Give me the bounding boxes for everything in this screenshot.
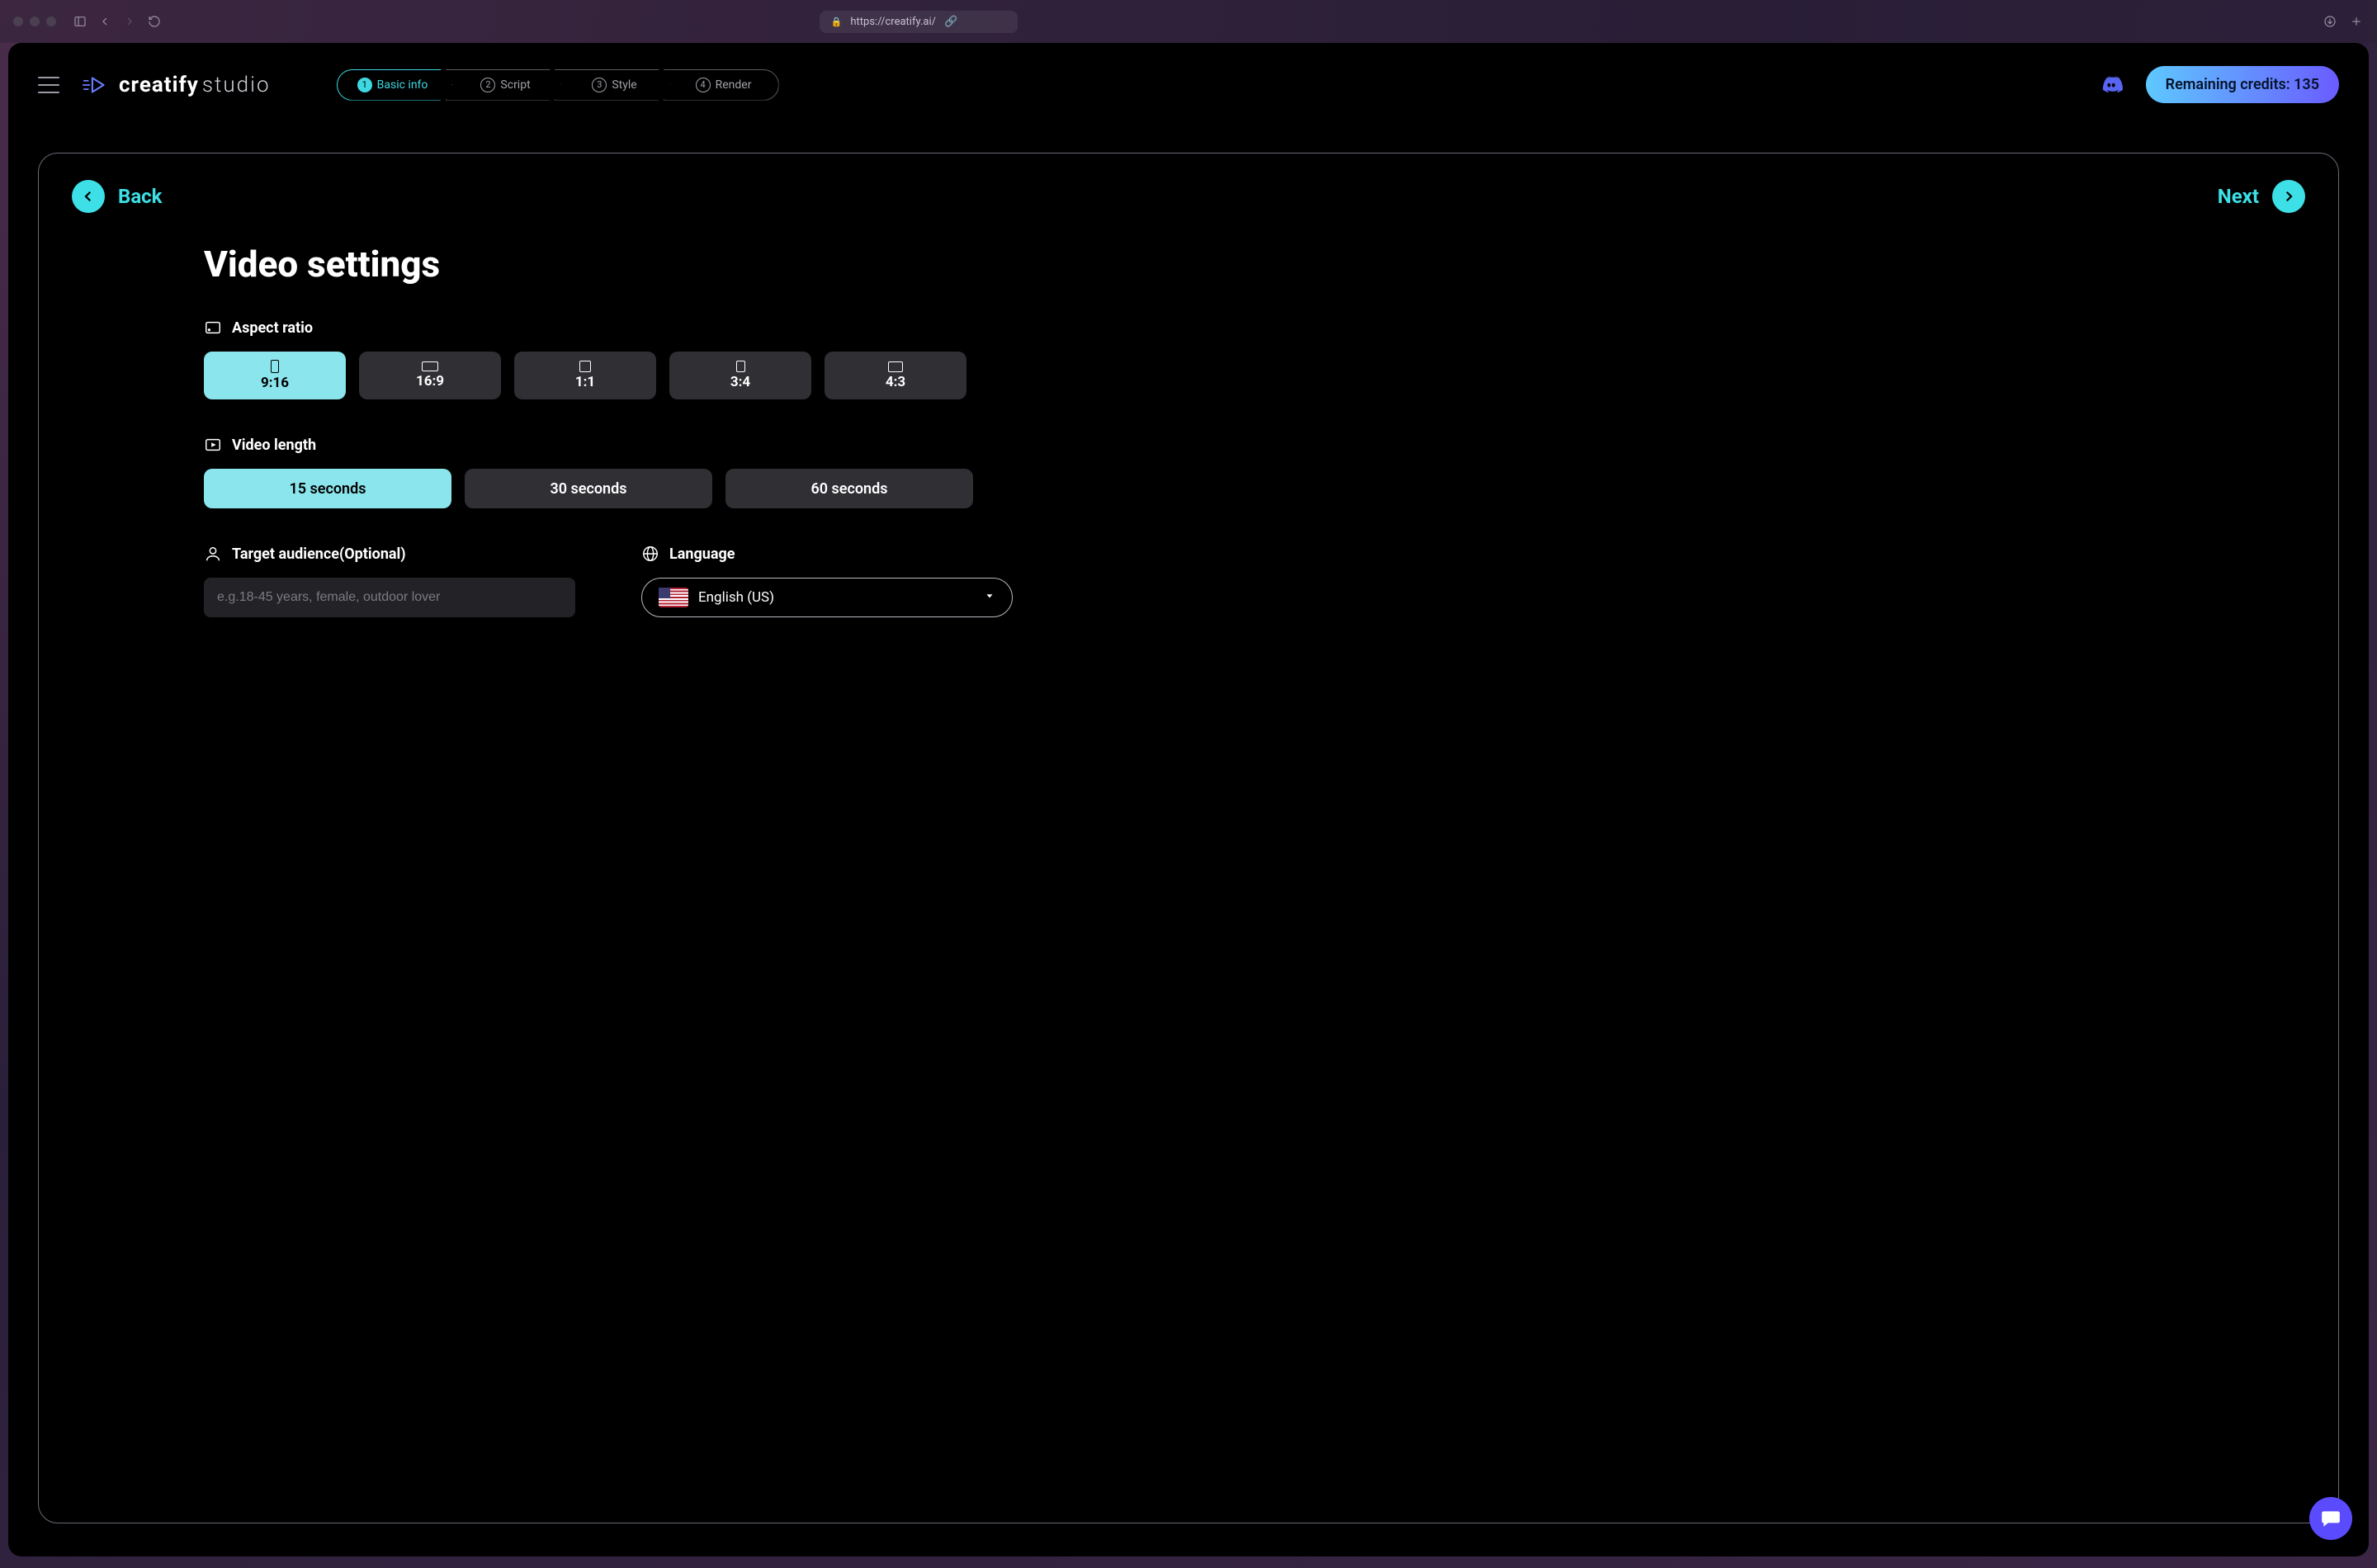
url-text: https://creatify.ai/ [850,16,936,28]
step-number: 1 [357,78,372,92]
step-label: Script [500,78,530,92]
next-label: Next [2218,185,2259,208]
step-render[interactable]: 4 Render [664,69,779,101]
credits-label: Remaining credits: 135 [2166,76,2319,93]
aspect-option-label: 9:16 [261,375,289,391]
topbar: creatifystudio 1 Basic info 2 Script 3 Style 4… [38,66,2339,103]
globe-icon [641,545,659,563]
new-tab-icon[interactable] [2349,14,2364,29]
video-length-label: Video length [204,436,1013,454]
language-select[interactable]: English (US) [641,578,1013,617]
downloads-icon[interactable] [2323,14,2337,29]
aspect-option-label: 3:4 [730,374,750,390]
aspect-option-label: 16:9 [416,373,444,390]
video-length-options: 15 seconds 30 seconds 60 seconds [204,469,1013,508]
address-bar[interactable]: 🔒 https://creatify.ai/ 🔗 [820,11,1018,33]
length-option-label: 30 seconds [551,480,627,498]
language-selected: English (US) [698,589,774,606]
step-label: Style [612,78,636,92]
target-audience-label: Target audience(Optional) [204,545,575,563]
step-number: 2 [480,78,495,92]
settings-card: Back Next Video settings Aspect ratio [38,153,2339,1523]
chat-icon [2320,1508,2342,1529]
aspect-ratio-options: 9:16 16:9 1:1 3:4 4:3 [204,352,1013,399]
aspect-option-label: 4:3 [886,374,905,390]
ratio-glyph-icon [271,360,279,373]
length-option-15-seconds[interactable]: 15 seconds [204,469,451,508]
ratio-glyph-icon [579,361,591,372]
hamburger-menu-icon[interactable] [38,77,59,93]
nav-back-icon[interactable] [97,14,112,29]
app-frame: creatifystudio 1 Basic info 2 Script 3 Style 4… [8,43,2369,1556]
length-option-label: 15 seconds [290,480,366,498]
sidebar-toggle-icon[interactable] [73,14,87,29]
chevron-left-icon [72,180,105,213]
length-option-60-seconds[interactable]: 60 seconds [725,469,973,508]
flag-us-icon [659,588,688,607]
step-number: 3 [592,78,607,92]
aspect-option-1-1[interactable]: 1:1 [514,352,656,399]
chat-launcher-button[interactable] [2309,1497,2352,1540]
credits-pill[interactable]: Remaining credits: 135 [2146,66,2339,103]
logo-mark-icon [83,73,111,97]
close-window-icon[interactable] [13,17,23,26]
aspect-option-16-9[interactable]: 16:9 [359,352,501,399]
browser-toolbar: 🔒 https://creatify.ai/ 🔗 [0,0,2377,43]
target-audience-input[interactable] [204,578,575,617]
aspect-option-label: 1:1 [575,374,595,390]
logo-text: creatifystudio [119,73,271,97]
video-length-icon [204,436,222,454]
aspect-option-4-3[interactable]: 4:3 [825,352,966,399]
discord-icon[interactable] [2096,73,2126,97]
length-option-30-seconds[interactable]: 30 seconds [465,469,712,508]
step-basic-info[interactable]: 1 Basic info [337,69,452,101]
page-title: Video settings [204,243,2305,286]
step-label: Render [716,78,752,92]
logo[interactable]: creatifystudio [83,73,271,97]
window-controls [13,17,56,26]
language-label: Language [641,545,1013,563]
aspect-ratio-icon [204,319,222,337]
ratio-glyph-icon [736,361,745,372]
aspect-ratio-label: Aspect ratio [204,319,1013,337]
step-label: Basic info [377,78,428,92]
ratio-glyph-icon [422,361,438,371]
next-button[interactable]: Next [2218,180,2305,213]
chevron-down-icon [984,589,995,606]
back-button[interactable]: Back [72,180,162,213]
nav-forward-icon[interactable] [122,14,137,29]
back-label: Back [118,185,162,208]
ratio-glyph-icon [888,361,903,372]
minimize-window-icon[interactable] [30,17,40,26]
maximize-window-icon[interactable] [46,17,56,26]
length-option-label: 60 seconds [811,480,888,498]
person-icon [204,545,222,563]
step-number: 4 [696,78,711,92]
aspect-option-3-4[interactable]: 3:4 [669,352,811,399]
link-icon: 🔗 [944,16,957,28]
step-script[interactable]: 2 Script [446,69,561,101]
aspect-option-9-16[interactable]: 9:16 [204,352,346,399]
chevron-right-icon [2272,180,2305,213]
lock-icon: 🔒 [831,17,843,27]
progress-stepper: 1 Basic info 2 Script 3 Style 4 Render [337,69,779,101]
reload-icon[interactable] [147,14,162,29]
step-style[interactable]: 3 Style [555,69,670,101]
